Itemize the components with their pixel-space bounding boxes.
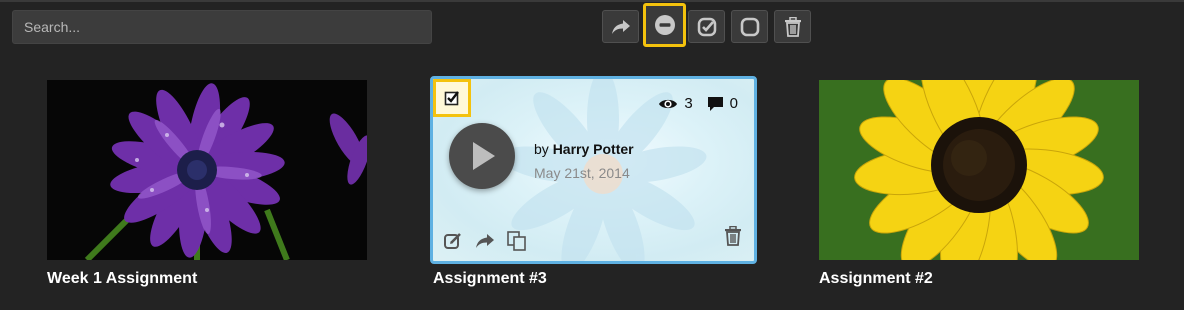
deselect-button[interactable] [731, 10, 768, 43]
search-input[interactable] [12, 10, 432, 44]
trash-icon [724, 226, 742, 246]
assignment-card-selected[interactable]: 3 0 by Harry Potter May 21st, 2014 [430, 76, 757, 264]
top-divider [0, 0, 1184, 2]
edit-icon[interactable] [443, 231, 463, 251]
play-button[interactable] [449, 123, 515, 189]
comments-count: 0 [729, 95, 738, 112]
play-icon [467, 140, 497, 172]
minus-circle-icon [654, 14, 676, 36]
select-all-button[interactable] [688, 10, 725, 43]
card-title[interactable]: Assignment #3 [433, 270, 547, 288]
assignment-card-week1[interactable] [47, 80, 367, 260]
remove-button[interactable] [643, 3, 686, 47]
card-stats: 3 0 [658, 95, 738, 112]
date-label: May 21st, 2014 [534, 165, 630, 181]
sunflower-thumbnail [819, 80, 1139, 260]
check-square-icon [697, 17, 717, 37]
share-icon[interactable] [475, 233, 495, 249]
share-icon [611, 19, 631, 35]
comment-icon [707, 96, 724, 112]
card-title[interactable]: Week 1 Assignment [47, 270, 197, 288]
card-actions [443, 231, 527, 251]
delete-button[interactable] [774, 10, 811, 43]
card-delete-button[interactable] [724, 226, 742, 251]
purple-flower-thumbnail [47, 80, 367, 260]
author-name[interactable]: Harry Potter [553, 141, 634, 157]
assignment-card-2[interactable] [819, 80, 1139, 260]
trash-icon [784, 16, 802, 37]
select-checkbox[interactable] [433, 79, 471, 117]
author-line: by Harry Potter [534, 141, 634, 157]
square-icon [740, 17, 760, 37]
checked-checkbox-icon [444, 90, 460, 106]
copy-icon[interactable] [507, 231, 527, 251]
views-count: 3 [684, 95, 693, 112]
share-button[interactable] [602, 10, 639, 43]
card-title[interactable]: Assignment #2 [819, 270, 933, 288]
by-prefix: by [534, 141, 549, 157]
eye-icon [658, 97, 678, 111]
